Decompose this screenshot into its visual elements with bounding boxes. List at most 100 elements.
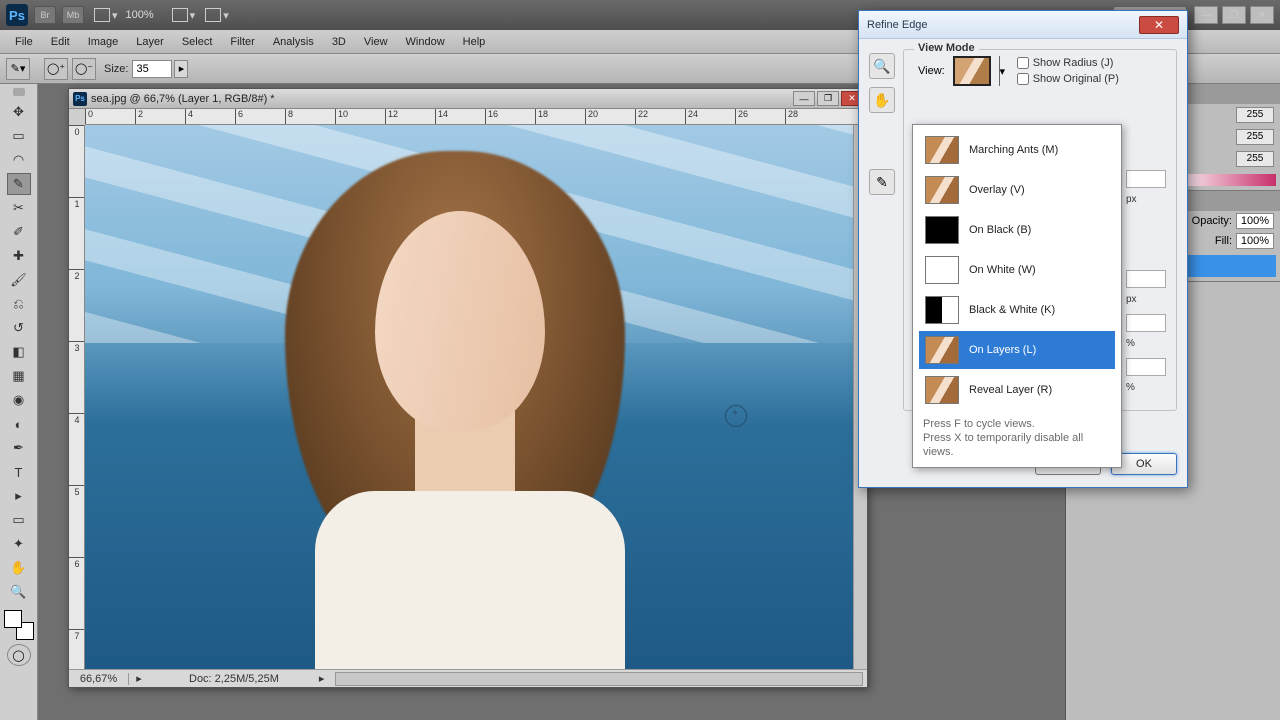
brush-tool[interactable]: 🖌 <box>7 269 31 291</box>
menu-analysis[interactable]: Analysis <box>264 36 323 48</box>
zoom-tool-icon[interactable]: 🔍 <box>869 53 895 79</box>
marquee-tool[interactable]: ▭ <box>7 125 31 147</box>
app-close-button[interactable]: ✕ <box>1250 6 1274 24</box>
menu-filter[interactable]: Filter <box>221 36 263 48</box>
tool-preset-picker[interactable]: ✎▾ <box>6 58 30 80</box>
eyedropper-tool[interactable]: ✐ <box>7 221 31 243</box>
ruler-vertical[interactable]: 01234567 <box>69 125 85 669</box>
crop-tool[interactable]: ✂ <box>7 197 31 219</box>
minibridge-button[interactable]: Mb <box>62 6 84 24</box>
brush-size-label: Size: <box>104 63 128 75</box>
extras-menu[interactable]: ▾ <box>205 8 229 22</box>
screen-mode[interactable]: ▾ <box>172 8 196 22</box>
view-mode-option[interactable]: Reveal Layer (R) <box>919 371 1115 409</box>
view-mode-option[interactable]: Marching Ants (M) <box>919 131 1115 169</box>
color-swatches[interactable] <box>4 610 34 640</box>
view-mode-option[interactable]: Black & White (K) <box>919 291 1115 329</box>
document-titlebar[interactable]: Ps sea.jpg @ 66,7% (Layer 1, RGB/8#) * —… <box>69 89 867 109</box>
refine-radius-tool-icon[interactable]: ✎ <box>869 169 895 195</box>
history-brush-tool[interactable]: ↺ <box>7 317 31 339</box>
dropdown-hint-2: Press X to temporarily disable all views… <box>923 431 1111 459</box>
gradient-tool[interactable]: ▦ <box>7 365 31 387</box>
quick-mask-toggle[interactable]: ◯ <box>7 644 31 666</box>
fill-label: Fill: <box>1215 235 1232 247</box>
menu-view[interactable]: View <box>355 36 397 48</box>
brush-size-input[interactable] <box>132 60 172 78</box>
document-window: Ps sea.jpg @ 66,7% (Layer 1, RGB/8#) * —… <box>68 88 868 688</box>
blur-tool[interactable]: ◉ <box>7 389 31 411</box>
menu-select[interactable]: Select <box>173 36 222 48</box>
dialog-title: Refine Edge <box>867 19 1139 31</box>
path-selection-tool[interactable]: ▸ <box>7 485 31 507</box>
menu-edit[interactable]: Edit <box>42 36 79 48</box>
eraser-tool[interactable]: ◧ <box>7 341 31 363</box>
color-r-value[interactable]: 255 <box>1236 107 1274 123</box>
clone-stamp-tool[interactable]: ⎌ <box>7 293 31 315</box>
dialog-close-button[interactable]: ✕ <box>1139 16 1179 34</box>
image-content <box>265 131 645 651</box>
smooth-field[interactable] <box>1126 270 1166 288</box>
arrange-documents[interactable]: ▾ <box>94 8 118 22</box>
radius-field[interactable] <box>1126 170 1166 188</box>
shape-tool[interactable]: ▭ <box>7 509 31 531</box>
canvas[interactable] <box>85 125 853 669</box>
brush-size-stepper[interactable]: ▸ <box>174 60 188 78</box>
3d-tool[interactable]: ✦ <box>7 533 31 555</box>
menu-file[interactable]: File <box>6 36 42 48</box>
brush-cursor-icon <box>725 405 747 427</box>
dodge-tool[interactable]: ◐ <box>7 413 31 435</box>
zoom-tool[interactable]: 🔍 <box>7 581 31 603</box>
status-zoom[interactable]: 66,67% <box>69 673 129 685</box>
contrast-field[interactable] <box>1126 358 1166 376</box>
menu-3d[interactable]: 3D <box>323 36 355 48</box>
type-tool[interactable]: T <box>7 461 31 483</box>
chevron-down-icon[interactable]: ▾ <box>999 56 1005 86</box>
foreground-color[interactable] <box>4 610 22 628</box>
color-g-value[interactable]: 255 <box>1236 129 1274 145</box>
view-mode-dropdown: Marching Ants (M)Overlay (V)On Black (B)… <box>912 124 1122 468</box>
show-original-checkbox[interactable]: Show Original (P) <box>1017 73 1119 85</box>
fill-value[interactable]: 100% <box>1236 233 1274 249</box>
show-radius-checkbox[interactable]: Show Radius (J) <box>1017 57 1119 69</box>
ruler-horizontal[interactable]: 0246810121416182022242628 <box>85 109 867 125</box>
document-statusbar: 66,67% ▸ Doc: 2,25M/5,25M ▸ <box>69 669 867 687</box>
view-mode-option[interactable]: On Layers (L) <box>919 331 1115 369</box>
view-label: View: <box>918 65 945 77</box>
view-mode-legend: View Mode <box>914 42 979 54</box>
dialog-titlebar[interactable]: Refine Edge ✕ <box>859 11 1187 39</box>
app-logo: Ps <box>6 4 28 26</box>
view-mode-option[interactable]: Overlay (V) <box>919 171 1115 209</box>
refine-edge-fields: px px % % <box>1126 170 1166 396</box>
menu-image[interactable]: Image <box>79 36 128 48</box>
pen-tool[interactable]: ✒ <box>7 437 31 459</box>
app-minimize-button[interactable]: — <box>1194 6 1218 24</box>
view-mode-option[interactable]: On White (W) <box>919 251 1115 289</box>
color-b-value[interactable]: 255 <box>1236 151 1274 167</box>
view-mode-option[interactable]: On Black (B) <box>919 211 1115 249</box>
opacity-value[interactable]: 100% <box>1236 213 1274 229</box>
hand-tool-icon[interactable]: ✋ <box>869 87 895 113</box>
document-icon: Ps <box>73 92 87 106</box>
document-maximize-button[interactable]: ❐ <box>817 91 839 106</box>
status-doc-info[interactable]: Doc: 2,25M/5,25M <box>149 673 319 685</box>
zoom-level[interactable]: 100% <box>126 9 154 21</box>
menu-window[interactable]: Window <box>397 36 454 48</box>
quick-selection-add-icon[interactable]: ◯⁺ <box>44 58 68 80</box>
document-minimize-button[interactable]: — <box>793 91 815 106</box>
hand-tool[interactable]: ✋ <box>7 557 31 579</box>
app-restore-button[interactable]: ❐ <box>1222 6 1246 24</box>
view-mode-picker[interactable] <box>953 56 991 86</box>
quick-selection-subtract-icon[interactable]: ◯⁻ <box>72 58 96 80</box>
bridge-button[interactable]: Br <box>34 6 56 24</box>
toolbox-grip[interactable] <box>13 88 25 96</box>
scrollbar-horizontal[interactable] <box>335 672 863 686</box>
feather-field[interactable] <box>1126 314 1166 332</box>
opacity-label: Opacity: <box>1192 215 1232 227</box>
menu-layer[interactable]: Layer <box>127 36 173 48</box>
move-tool[interactable]: ✥ <box>7 101 31 123</box>
toolbox: ✥ ▭ ◠ ✎ ✂ ✐ ✚ 🖌 ⎌ ↺ ◧ ▦ ◉ ◐ ✒ T ▸ ▭ ✦ ✋ … <box>0 84 38 720</box>
quick-selection-tool[interactable]: ✎ <box>7 173 31 195</box>
menu-help[interactable]: Help <box>454 36 495 48</box>
healing-brush-tool[interactable]: ✚ <box>7 245 31 267</box>
lasso-tool[interactable]: ◠ <box>7 149 31 171</box>
